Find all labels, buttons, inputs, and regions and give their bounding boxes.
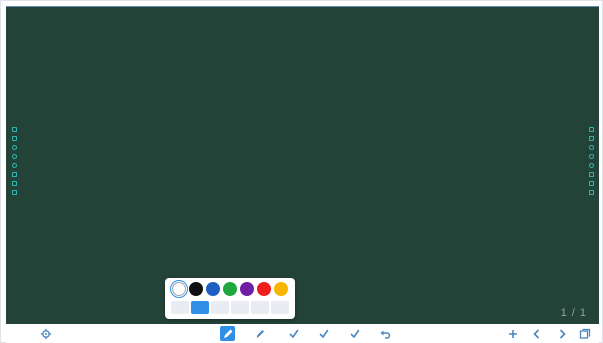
right-side-tool-3[interactable] — [588, 145, 594, 150]
right-side-tool-2[interactable] — [588, 136, 594, 141]
stroke-size-6[interactable] — [271, 301, 289, 314]
marker-button[interactable] — [252, 326, 267, 341]
stroke-size-4[interactable] — [231, 301, 249, 314]
add-page-icon — [507, 328, 519, 340]
settings-icon — [40, 328, 52, 340]
previous-page-button[interactable] — [529, 326, 544, 341]
right-side-tool-6[interactable] — [588, 172, 594, 177]
pages-button[interactable] — [577, 326, 592, 341]
add-page-button[interactable] — [505, 326, 520, 341]
next-page-button[interactable] — [554, 326, 569, 341]
left-side-tool-1[interactable] — [11, 127, 17, 132]
undo-button[interactable] — [377, 326, 392, 341]
color-swatch-yellow[interactable] — [274, 282, 288, 296]
color-palette — [172, 282, 288, 296]
select-button[interactable] — [347, 326, 362, 341]
stroke-size-2[interactable] — [191, 301, 209, 314]
left-side-tool-5[interactable] — [11, 163, 17, 168]
right-side-tool-1[interactable] — [588, 127, 594, 132]
whiteboard-window: 1 / 1 — [0, 0, 603, 343]
left-side-tool-6[interactable] — [11, 172, 17, 177]
color-swatch-green[interactable] — [223, 282, 237, 296]
right-side-tool-8[interactable] — [588, 190, 594, 195]
pen-button[interactable] — [220, 326, 235, 341]
right-side-tool-7[interactable] — [588, 181, 594, 186]
eraser-icon — [288, 328, 300, 340]
right-side-tool-4[interactable] — [588, 154, 594, 159]
pages-icon — [579, 328, 591, 340]
color-swatch-black[interactable] — [189, 282, 203, 296]
select-icon — [349, 328, 361, 340]
shape-button[interactable] — [316, 326, 331, 341]
stroke-size-selector — [171, 301, 289, 314]
eraser-button[interactable] — [286, 326, 301, 341]
color-swatch-red[interactable] — [257, 282, 271, 296]
canvas-board[interactable]: 1 / 1 — [6, 6, 599, 325]
previous-page-icon — [531, 328, 543, 340]
left-side-tool-4[interactable] — [11, 154, 17, 159]
right-side-tool-5[interactable] — [588, 163, 594, 168]
bottom-toolbar — [6, 324, 599, 343]
pen-settings-popup — [165, 278, 295, 319]
stroke-size-3[interactable] — [211, 301, 229, 314]
shape-icon — [318, 328, 330, 340]
settings-button[interactable] — [38, 326, 53, 341]
pen-icon — [222, 328, 234, 340]
color-swatch-blue[interactable] — [206, 282, 220, 296]
left-side-toolbar[interactable] — [9, 127, 19, 195]
stroke-size-5[interactable] — [251, 301, 269, 314]
color-swatch-white[interactable] — [172, 282, 186, 296]
stroke-size-1[interactable] — [171, 301, 189, 314]
left-side-tool-3[interactable] — [11, 145, 17, 150]
right-side-toolbar[interactable] — [586, 127, 596, 195]
color-swatch-purple[interactable] — [240, 282, 254, 296]
left-side-tool-7[interactable] — [11, 181, 17, 186]
marker-icon — [254, 328, 266, 340]
page-indicator: 1 / 1 — [560, 307, 587, 319]
next-page-icon — [556, 328, 568, 340]
left-side-tool-2[interactable] — [11, 136, 17, 141]
undo-icon — [379, 328, 391, 340]
left-side-tool-8[interactable] — [11, 190, 17, 195]
